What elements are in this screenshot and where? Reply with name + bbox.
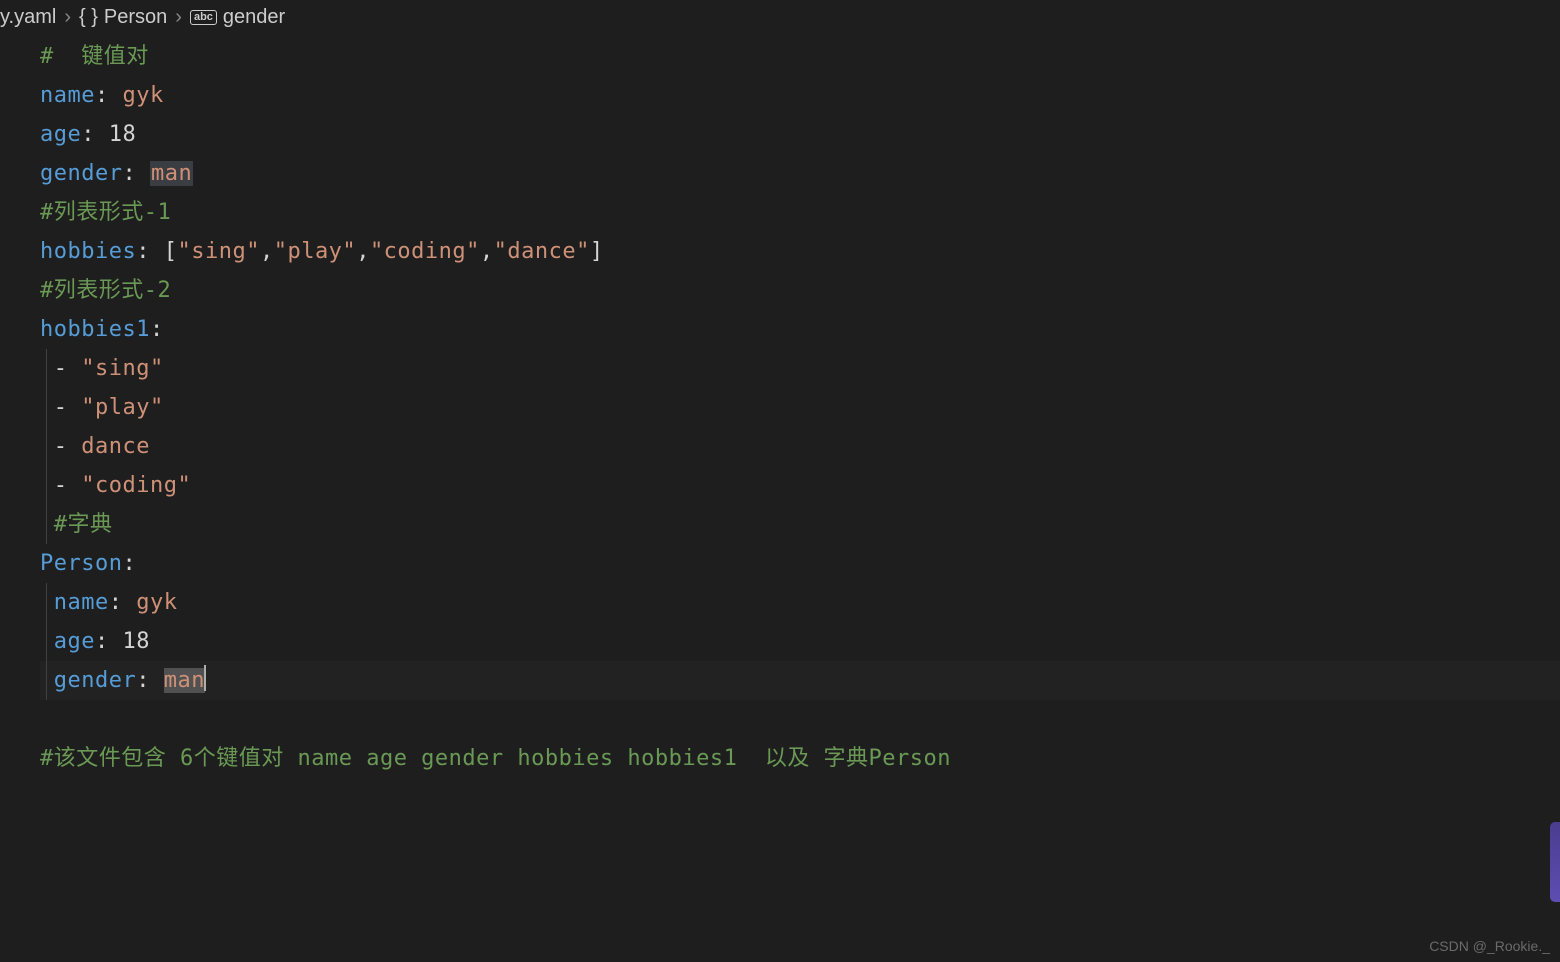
list-item: "play" [81,395,163,420]
breadcrumb[interactable]: y.yaml › { } Person › abc gender [0,0,1560,37]
indent-guide [46,427,47,466]
code-line[interactable]: #该文件包含 6个键值对 name age gender hobbies hob… [40,739,1560,778]
colon: : [81,122,109,147]
yaml-value-highlighted: man [164,668,205,693]
dash: - [54,356,82,381]
bracket: [ [164,239,178,264]
code-line[interactable]: name: gyk [40,583,1560,622]
string: "dance" [494,239,590,264]
code-line[interactable]: - "sing" [40,349,1560,388]
abc-icon: abc [190,10,217,25]
colon: : [136,668,164,693]
string: "sing" [177,239,259,264]
code-line[interactable]: - dance [40,427,1560,466]
indent-guide [46,583,47,622]
cursor-icon [204,665,206,691]
comma: , [260,239,274,264]
colon: : [150,317,164,342]
yaml-key: hobbies [40,239,136,264]
yaml-key: age [40,122,81,147]
yaml-key: gender [40,161,122,186]
list-item: "sing" [81,356,163,381]
comment: # 键值对 [40,44,149,69]
scroll-accent-icon [1550,822,1560,902]
code-line[interactable]: gender: man [40,154,1560,193]
yaml-value-highlighted: man [150,161,193,186]
yaml-key: age [54,629,95,654]
comma: , [480,239,494,264]
list-item: dance [81,434,150,459]
yaml-key: hobbies1 [40,317,150,342]
colon: : [122,551,136,576]
code-line[interactable]: # 键值对 [40,37,1560,76]
comment: #列表形式-2 [40,278,171,303]
colon: : [109,590,137,615]
breadcrumb-gender[interactable]: gender [223,6,285,29]
dash: - [54,395,82,420]
colon: : [122,161,150,186]
code-line[interactable]: #列表形式-1 [40,193,1560,232]
code-line[interactable]: Person: [40,544,1560,583]
comment: #列表形式-1 [40,200,171,225]
breadcrumb-file[interactable]: y.yaml [0,6,56,29]
string: "coding" [370,239,480,264]
chevron-right-icon: › [64,6,71,29]
yaml-key: name [54,590,109,615]
colon: : [95,629,123,654]
colon: : [136,239,164,264]
indent-guide [46,622,47,661]
comma: , [356,239,370,264]
braces-icon: { } [79,6,98,29]
yaml-value: 18 [109,122,137,147]
yaml-value: 18 [123,629,151,654]
dash: - [54,434,82,459]
code-line[interactable]: age: 18 [40,115,1560,154]
blank-line[interactable] [40,700,1560,739]
watermark: CSDN @_Rookie._ [1429,938,1550,954]
yaml-value: gyk [136,590,177,615]
code-line[interactable]: name: gyk [40,76,1560,115]
list-item: "coding" [81,473,191,498]
string: "play" [274,239,356,264]
comment: #字典 [54,512,113,537]
code-editor[interactable]: # 键值对 name: gyk age: 18 gender: man #列表形… [0,37,1560,778]
code-line[interactable]: hobbies: ["sing","play","coding","dance"… [40,232,1560,271]
indent-guide [46,661,47,700]
code-line[interactable]: - "play" [40,388,1560,427]
indent-guide [46,466,47,505]
code-line[interactable]: age: 18 [40,622,1560,661]
code-line[interactable]: hobbies1: [40,310,1560,349]
yaml-key: Person [40,551,122,576]
code-line[interactable]: #字典 [40,505,1560,544]
indent-guide [46,388,47,427]
yaml-key: gender [54,668,136,693]
yaml-value: gyk [122,83,163,108]
indent-guide [46,349,47,388]
code-line-current[interactable]: gender: man [40,661,1560,700]
yaml-key: name [40,83,95,108]
code-line[interactable]: #列表形式-2 [40,271,1560,310]
indent-guide [46,505,47,544]
bracket: ] [590,239,604,264]
code-line[interactable]: - "coding" [40,466,1560,505]
dash: - [54,473,82,498]
colon: : [95,83,123,108]
chevron-right-icon: › [175,6,182,29]
comment: #该文件包含 6个键值对 name age gender hobbies hob… [40,746,951,771]
breadcrumb-person[interactable]: Person [104,6,167,29]
